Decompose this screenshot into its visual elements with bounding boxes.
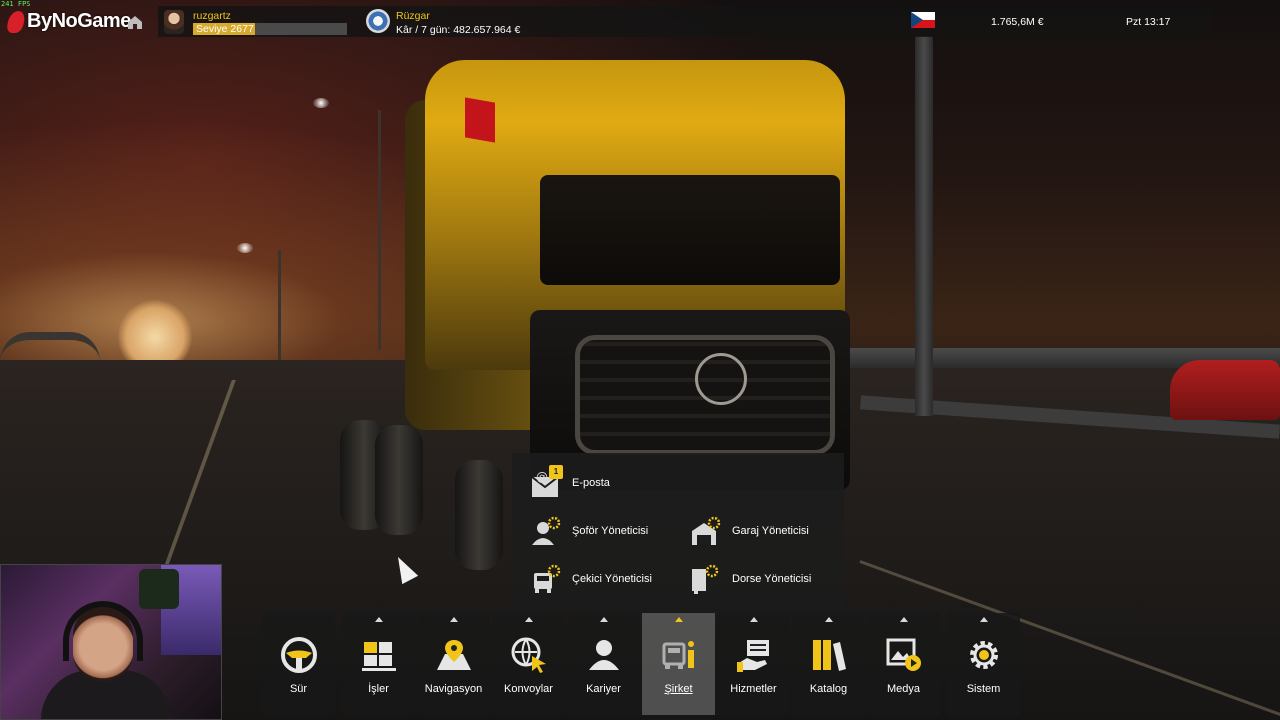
- email-badge: 1: [549, 465, 563, 479]
- globe-cursor-icon: [509, 635, 549, 675]
- truck-wheel: [455, 460, 503, 570]
- mercedes-star: [695, 353, 747, 405]
- steering-wheel-icon: [279, 635, 319, 675]
- menu-item-system[interactable]: Sistem: [947, 613, 1020, 715]
- red-car: [1170, 360, 1280, 420]
- menu-item-convoys[interactable]: Konvoylar: [492, 613, 565, 715]
- menu-item-career[interactable]: Kariyer: [567, 613, 640, 715]
- game-clock: Pzt 13:17: [1126, 16, 1171, 28]
- stream-logo: ByNoGame: [5, 10, 131, 33]
- trailer-manager-item[interactable]: Dorse Yöneticisi: [690, 563, 811, 595]
- gear-icon: [964, 635, 1004, 675]
- driver-manager-label: Şoför Yöneticisi: [572, 525, 649, 537]
- level-text: Seviye 2677: [196, 23, 254, 35]
- company-logo-icon[interactable]: [366, 9, 390, 33]
- caret-up-icon: [599, 617, 608, 622]
- driver-manager-item[interactable]: Şoför Yöneticisi: [530, 515, 648, 547]
- trailer-manager-label: Dorse Yöneticisi: [732, 573, 812, 585]
- caret-up-icon: [824, 617, 833, 622]
- company-name: Rüzgar: [396, 10, 430, 22]
- pillar: [915, 36, 933, 416]
- username: ruzgartz: [193, 10, 231, 22]
- email-menu-item[interactable]: @ 1 E-posta: [530, 465, 610, 499]
- cargo-icon: [359, 635, 399, 675]
- caret-up-icon: [674, 617, 683, 622]
- money-balance: 1.765,6M €: [991, 16, 1044, 28]
- menu-item-drive[interactable]: Sür: [262, 613, 335, 715]
- webcam-overlay: [0, 564, 222, 720]
- truck-manager-label: Çekici Yöneticisi: [572, 573, 652, 585]
- svg-text:@: @: [536, 470, 548, 484]
- person-icon: [584, 635, 624, 675]
- menu-item-services[interactable]: Hizmetler: [717, 613, 790, 715]
- lamp-light: [237, 243, 253, 253]
- company-icon: [659, 635, 699, 675]
- truck-windshield: [540, 175, 840, 285]
- map-pin-icon: [434, 635, 474, 675]
- menu-item-navigation[interactable]: Navigasyon: [417, 613, 490, 715]
- lamp-light: [313, 98, 329, 108]
- driver-manager-icon: [530, 515, 562, 547]
- menu-item-catalog[interactable]: Katalog: [792, 613, 865, 715]
- home-icon[interactable]: [127, 15, 143, 29]
- menu-label-catalog: Katalog: [809, 683, 848, 695]
- razer-logo-icon: [139, 569, 179, 609]
- garage-manager-item[interactable]: Garaj Yöneticisi: [690, 515, 809, 547]
- menu-item-company[interactable]: Şirket: [642, 613, 715, 715]
- fps-counter: 241 FPS: [1, 0, 31, 8]
- caret-up-icon: [899, 617, 908, 622]
- menu-item-media[interactable]: Medya: [867, 613, 940, 715]
- caret-up-icon: [979, 617, 988, 622]
- services-icon: [734, 635, 774, 675]
- truck-manager-icon: [530, 563, 562, 595]
- email-icon: @ 1: [530, 465, 563, 499]
- czech-flag-icon: [911, 12, 935, 28]
- menu-label-convoys: Konvoylar: [504, 683, 553, 695]
- street-lamp: [378, 110, 381, 350]
- street-lamp: [278, 250, 281, 360]
- menu-label-media: Medya: [886, 683, 921, 695]
- garage-manager-label: Garaj Yöneticisi: [732, 525, 809, 537]
- caret-up-icon: [449, 617, 458, 622]
- truck-wheel: [375, 425, 423, 535]
- media-icon: [884, 635, 924, 675]
- email-label: E-posta: [572, 477, 610, 489]
- menu-label-company: Şirket: [664, 683, 693, 695]
- menu-label-jobs: İşler: [368, 683, 389, 695]
- menu-label-services: Hizmetler: [730, 683, 777, 695]
- logo-mark-icon: [5, 10, 27, 33]
- menu-label-career: Kariyer: [586, 683, 621, 695]
- books-icon: [809, 635, 849, 675]
- main-menu-bar: Sür İşler Navigasyon Konvoylar Kariyer Ş…: [262, 613, 1020, 715]
- bridge: [0, 332, 100, 362]
- menu-label-navigation: Navigasyon: [424, 683, 483, 695]
- avatar[interactable]: [164, 10, 184, 34]
- caret-up-icon: [374, 617, 383, 622]
- turkish-flag: [465, 97, 495, 143]
- menu-label-system: Sistem: [966, 683, 1001, 695]
- menu-label-drive: Sür: [289, 683, 308, 695]
- headset: [63, 601, 143, 661]
- garage-manager-icon: [690, 515, 722, 547]
- caret-up-icon: [749, 617, 758, 622]
- truck-manager-item[interactable]: Çekici Yöneticisi: [530, 563, 652, 595]
- menu-item-jobs[interactable]: İşler: [342, 613, 415, 715]
- trailer-manager-icon: [690, 563, 722, 595]
- company-submenu: @ 1 E-posta Şoför Yöneticisi Garaj Yönet…: [512, 453, 844, 608]
- caret-up-icon: [524, 617, 533, 622]
- weekly-profit: Kâr / 7 gün: 482.657.964 €: [396, 24, 521, 36]
- logo-text: ByNoGame: [27, 10, 131, 32]
